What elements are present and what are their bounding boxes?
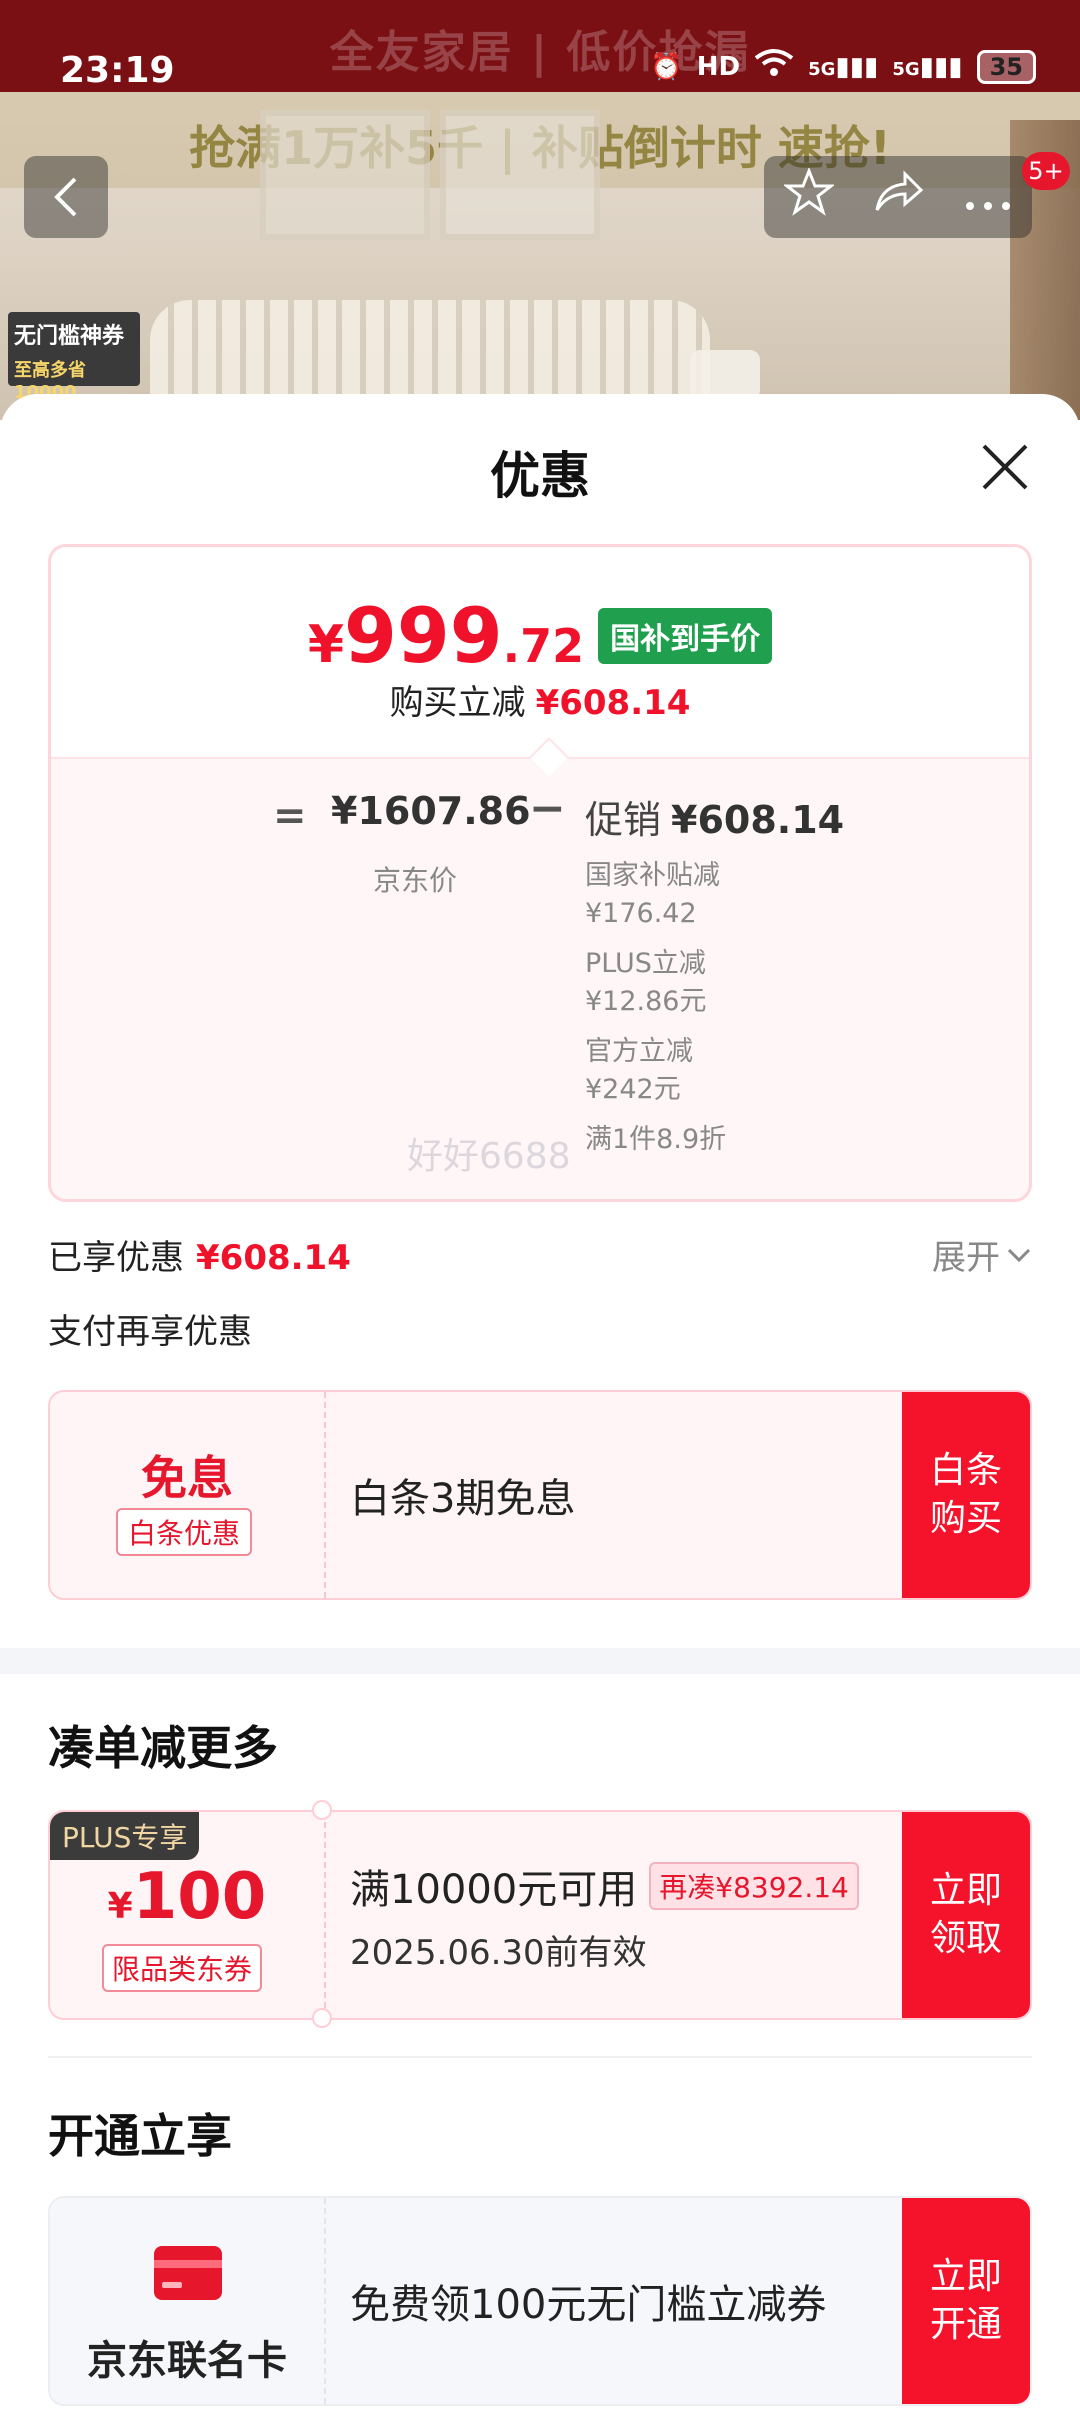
enjoyed-discount: 已享优惠 ¥608.14 bbox=[48, 1230, 351, 1279]
close-icon[interactable] bbox=[970, 432, 1040, 502]
section-divider bbox=[48, 2056, 1032, 2058]
coupon-sticker: 无门槛神券 至高多省10000 bbox=[8, 312, 140, 403]
cobrand-card-badge: 京东联名卡 bbox=[50, 2198, 326, 2404]
share-button[interactable] bbox=[873, 169, 925, 225]
status-time: 23:19 bbox=[60, 50, 175, 91]
signal-icon: 5G▮▮▮ bbox=[808, 51, 879, 82]
baitiao-offer-text: 白条3期免息 bbox=[350, 1476, 576, 1522]
coupon-info: 满10000元可用 再凑¥8392.14 2025.06.30前有效 bbox=[350, 1812, 900, 2018]
enjoyed-label: 已享优惠 bbox=[48, 1238, 184, 1278]
savings-value: ¥608.14 bbox=[535, 683, 691, 723]
message-badge: 5+ bbox=[1022, 152, 1070, 190]
interest-free-label: 免息 bbox=[141, 1451, 233, 1505]
promo-item-name: 满1件8.9折 bbox=[585, 1124, 727, 1155]
coupon-notch bbox=[312, 2008, 332, 2028]
savings-label: 购买立减 bbox=[389, 683, 526, 723]
minus-sign: − bbox=[529, 783, 566, 834]
enjoyed-value: ¥608.14 bbox=[196, 1238, 351, 1278]
price-currency: ¥ bbox=[307, 615, 345, 675]
coupon-condition-row: 满10000元可用 再凑¥8392.14 bbox=[350, 1857, 900, 1915]
price-summary: ¥ 999 .72 国补到手价 购买立减 ¥608.14 bbox=[51, 547, 1029, 757]
promo-item: 满1件8.9折 bbox=[585, 1121, 726, 1159]
baitiao-tag: 白条优惠 bbox=[116, 1508, 253, 1556]
coupon-sticker-title: 无门槛神券 bbox=[14, 324, 125, 349]
lamp bbox=[690, 350, 760, 400]
pay-discount-title: 支付再享优惠 bbox=[48, 1312, 252, 1352]
promo-item-name: 官方立减 bbox=[585, 1036, 693, 1067]
cobrand-card-offer: 京东联名卡 免费领100元无门槛立减券 立即开通 bbox=[48, 2196, 1032, 2406]
coupon-condition: 满10000元可用 bbox=[350, 1866, 638, 1913]
expand-button[interactable]: 展开 bbox=[932, 1230, 1032, 1279]
price-decimal: .72 bbox=[502, 619, 585, 673]
open-section-title: 开通立享 bbox=[48, 2109, 232, 2163]
coupon-value: 100 bbox=[132, 1860, 267, 1934]
claim-coupon-button[interactable]: 立即领取 bbox=[902, 1812, 1030, 2018]
signal-icon: 5G▮▮▮ bbox=[892, 51, 963, 82]
battery-icon: 35 bbox=[976, 49, 1036, 84]
alarm-icon: ⏰ bbox=[650, 51, 683, 82]
chevron-down-icon bbox=[1007, 1248, 1031, 1262]
sheet-title: 优惠 bbox=[490, 447, 590, 505]
plus-coupon-card: PLUS专享 ¥100 限品类东券 满10000元可用 再凑¥8392.14 2… bbox=[48, 1810, 1032, 2020]
price-calculation: = ¥1607.86 京东价 − 促销 ¥608.14 国家补贴减 ¥176.42… bbox=[51, 757, 1029, 1199]
baitiao-offer-info: 白条3期免息 bbox=[350, 1392, 900, 1598]
wall-frame bbox=[440, 110, 600, 240]
coupon-notch bbox=[312, 1800, 332, 1820]
coupon-currency: ¥ bbox=[107, 1886, 133, 1927]
coupon-value-area: PLUS专享 ¥100 限品类东券 bbox=[50, 1812, 326, 2018]
price-integer: 999 bbox=[344, 591, 503, 680]
favorite-button[interactable] bbox=[782, 166, 836, 227]
baitiao-buy-label: 白条购买 bbox=[929, 1450, 1002, 1539]
baitiao-offer-badge: 免息 白条优惠 bbox=[50, 1392, 326, 1598]
credit-card-icon bbox=[154, 2246, 222, 2300]
wall-frame bbox=[260, 110, 430, 240]
nav-actions bbox=[764, 156, 1032, 238]
coupon-amount: ¥100 bbox=[50, 1860, 324, 1934]
jd-price-label: 京东价 bbox=[373, 864, 458, 897]
cobrand-card-text: 免费领100元无门槛立减券 bbox=[350, 2282, 827, 2328]
open-card-label: 立即开通 bbox=[929, 2256, 1002, 2345]
promo-value: ¥608.14 bbox=[671, 798, 845, 842]
promo-item: 官方立减 ¥242元 bbox=[585, 1033, 693, 1109]
jd-price: ¥1607.86 bbox=[331, 789, 531, 833]
baitiao-offer-card: 免息 白条优惠 白条3期免息 白条购买 bbox=[48, 1390, 1032, 1600]
final-price: ¥ 999 .72 国补到手价 bbox=[51, 591, 1029, 680]
hd-icon: HD bbox=[696, 51, 741, 82]
purchase-savings: 购买立减 ¥608.14 bbox=[51, 675, 1029, 724]
baitiao-buy-button[interactable]: 白条购买 bbox=[902, 1392, 1030, 1598]
back-button[interactable] bbox=[24, 156, 108, 238]
wifi-icon bbox=[754, 48, 794, 85]
share-icon bbox=[875, 169, 924, 211]
equals-sign: = bbox=[273, 793, 307, 839]
more-button[interactable] bbox=[964, 172, 1012, 223]
plus-exclusive-tag: PLUS专享 bbox=[50, 1812, 200, 1860]
promo-item-value: ¥12.86元 bbox=[585, 986, 707, 1017]
claim-coupon-label: 立即领取 bbox=[929, 1870, 1002, 1959]
bundle-section-title: 凑单减更多 bbox=[48, 1721, 278, 1775]
promo-item-name: 国家补贴减 bbox=[585, 860, 720, 891]
cobrand-card-info: 免费领100元无门槛立减券 bbox=[350, 2198, 900, 2404]
star-icon bbox=[782, 166, 836, 216]
promo-item-name: PLUS立减 bbox=[585, 948, 706, 979]
open-card-button[interactable]: 立即开通 bbox=[902, 2198, 1030, 2404]
promo-item: 国家补贴减 ¥176.42 bbox=[585, 857, 720, 933]
coupon-expiry: 2025.06.30前有效 bbox=[350, 1932, 647, 1973]
coupon-type-tag: 限品类东券 bbox=[102, 1944, 263, 1992]
watermark: 好好6688 bbox=[407, 1136, 571, 1177]
promo-total: 促销 ¥608.14 bbox=[585, 789, 844, 844]
add-more-badge: 再凑¥8392.14 bbox=[649, 1861, 859, 1910]
price-breakdown-card: ¥ 999 .72 国补到手价 购买立减 ¥608.14 = ¥1607.86 京… bbox=[48, 544, 1032, 1202]
chevron-left-icon bbox=[54, 177, 77, 217]
expand-label: 展开 bbox=[932, 1238, 1000, 1278]
promo-item: PLUS立减 ¥12.86元 bbox=[585, 945, 706, 1021]
subsidy-price-tag: 国补到手价 bbox=[598, 607, 773, 664]
promo-item-value: ¥176.42 bbox=[585, 898, 697, 929]
cobrand-card-name: 京东联名卡 bbox=[87, 2338, 287, 2384]
more-icon bbox=[966, 201, 1011, 210]
promo-label: 促销 bbox=[585, 798, 662, 842]
section-divider bbox=[0, 1648, 1080, 1674]
promo-item-value: ¥242元 bbox=[585, 1074, 681, 1105]
status-icons: ⏰ HD 5G▮▮▮ 5G▮▮▮ 35 bbox=[650, 48, 1036, 85]
